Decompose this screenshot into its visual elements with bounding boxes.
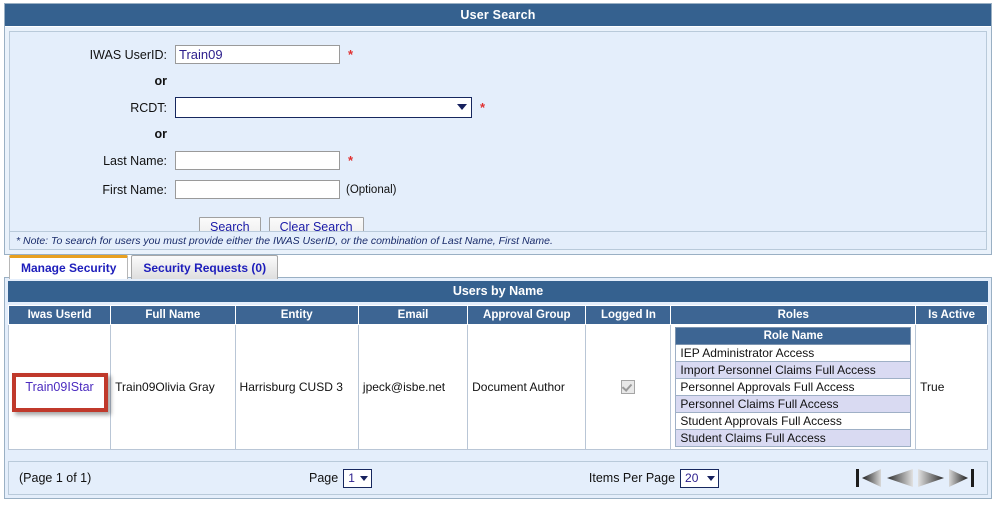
rcdt-label: RCDT: <box>130 100 167 115</box>
column-header-entity[interactable]: Entity <box>234 305 359 325</box>
chevron-down-icon <box>457 104 467 110</box>
user-detail-link[interactable]: Train09IStar <box>25 380 93 394</box>
users-results-panel: Users by Name Iwas UserId Full Name Enti… <box>4 277 992 499</box>
role-name-cell: Personnel Claims Full Access <box>675 395 912 413</box>
cell-approval-group: Document Author <box>467 324 587 450</box>
roles-body: IEP Administrator Access Import Personne… <box>675 344 912 447</box>
or-separator-2: or <box>10 121 986 147</box>
tab-manage-security[interactable]: Manage Security <box>9 255 129 279</box>
roles-header-row: Role Name <box>675 327 912 345</box>
user-search-title: User Search <box>5 4 991 27</box>
role-name-cell: Personnel Approvals Full Access <box>675 378 912 396</box>
page-selector-group: Page 1 <box>309 468 372 488</box>
users-by-name-title: Users by Name <box>8 281 988 302</box>
page-number-select[interactable]: 1 <box>343 468 372 488</box>
last-name-required-asterisk: * <box>348 153 354 168</box>
tab-security-requests[interactable]: Security Requests (0) <box>131 255 279 279</box>
list-item: Import Personnel Claims Full Access <box>675 361 912 379</box>
page-label: Page <box>309 471 339 485</box>
cell-entity: Harrisburg CUSD 3 <box>234 324 359 450</box>
first-name-label: First Name: <box>102 182 167 197</box>
last-name-row: Last Name: * <box>10 147 986 174</box>
last-name-label: Last Name: <box>103 153 167 168</box>
role-name-cell: Student Claims Full Access <box>675 429 912 447</box>
or-label-1: or <box>154 74 168 88</box>
cell-iwas-userid: Train09IStar <box>7 324 112 450</box>
next-page-icon[interactable] <box>916 466 946 490</box>
items-per-page-value: 20 <box>685 471 699 485</box>
pagination-bar: (Page 1 of 1) Page 1 Items Per Page 20 <box>8 461 988 495</box>
list-item: Student Claims Full Access <box>675 429 912 447</box>
column-header-logged-in[interactable]: Logged In <box>585 305 672 325</box>
first-name-optional-hint: (Optional) <box>346 183 397 196</box>
role-name-cell: Import Personnel Claims Full Access <box>675 361 912 379</box>
role-name-cell: IEP Administrator Access <box>675 344 912 362</box>
results-tabs: Manage Security Security Requests (0) <box>9 255 279 279</box>
last-name-input[interactable] <box>175 151 340 170</box>
or-label-2: or <box>154 127 168 141</box>
tab-manage-security-label: Manage Security <box>21 261 117 275</box>
page-info-text: (Page 1 of 1) <box>19 471 92 485</box>
iwas-userid-row: IWAS UserID: * <box>10 41 986 68</box>
items-per-page-group: Items Per Page 20 <box>588 468 720 488</box>
page-number-value: 1 <box>348 471 355 485</box>
rcdt-select[interactable] <box>175 97 472 118</box>
or-separator-1: or <box>10 68 986 94</box>
cell-full-name: Train09Olivia Gray <box>110 324 236 450</box>
rcdt-row: RCDT: * <box>10 94 986 121</box>
roles-subtable: Role Name IEP Administrator Access Impor… <box>675 327 912 447</box>
column-header-full-name[interactable]: Full Name <box>110 305 236 325</box>
user-search-form: IWAS UserID: * or RCDT: * or Last Name: … <box>9 31 987 250</box>
column-header-approval-group[interactable]: Approval Group <box>467 305 587 325</box>
users-table: Iwas UserId Full Name Entity Email Appro… <box>7 305 988 450</box>
chevron-down-icon <box>707 475 716 481</box>
list-item: Personnel Approvals Full Access <box>675 378 912 396</box>
items-per-page-label: Items Per Page <box>588 471 676 485</box>
table-row: Train09IStar Train09Olivia Gray Harrisbu… <box>7 324 988 450</box>
cell-roles: Role Name IEP Administrator Access Impor… <box>670 324 917 450</box>
search-note: * Note: To search for users you must pro… <box>10 231 986 249</box>
cell-email: jpeck@isbe.net <box>357 324 469 450</box>
iwas-userid-label: IWAS UserID: <box>89 47 167 62</box>
first-name-input[interactable] <box>175 180 340 199</box>
list-item: Personnel Claims Full Access <box>675 395 912 413</box>
rcdt-required-asterisk: * <box>480 100 486 115</box>
last-page-icon[interactable] <box>947 466 977 490</box>
roles-column-header-role-name: Role Name <box>675 327 912 345</box>
iwas-required-asterisk: * <box>348 47 354 62</box>
list-item: IEP Administrator Access <box>675 344 912 362</box>
first-name-row: First Name: (Optional) <box>10 176 986 203</box>
pagination-nav-buttons <box>854 466 977 490</box>
column-header-is-active[interactable]: Is Active <box>915 305 988 325</box>
previous-page-icon[interactable] <box>885 466 915 490</box>
column-header-iwas-userid[interactable]: Iwas UserId <box>7 305 112 325</box>
items-per-page-select[interactable]: 20 <box>680 468 720 488</box>
cell-is-active: True <box>915 324 988 450</box>
iwas-userid-input[interactable] <box>175 45 340 64</box>
tab-security-requests-label: Security Requests (0) <box>143 261 267 275</box>
users-table-header-row: Iwas UserId Full Name Entity Email Appro… <box>7 305 988 325</box>
column-header-roles[interactable]: Roles <box>670 305 917 325</box>
user-search-panel: User Search IWAS UserID: * or RCDT: * or… <box>4 3 992 255</box>
list-item: Student Approvals Full Access <box>675 412 912 430</box>
column-header-email[interactable]: Email <box>357 305 469 325</box>
chevron-down-icon <box>359 475 368 481</box>
role-name-cell: Student Approvals Full Access <box>675 412 912 430</box>
cell-logged-in <box>585 324 672 450</box>
first-page-icon[interactable] <box>854 466 884 490</box>
logged-in-checkbox <box>621 380 636 395</box>
